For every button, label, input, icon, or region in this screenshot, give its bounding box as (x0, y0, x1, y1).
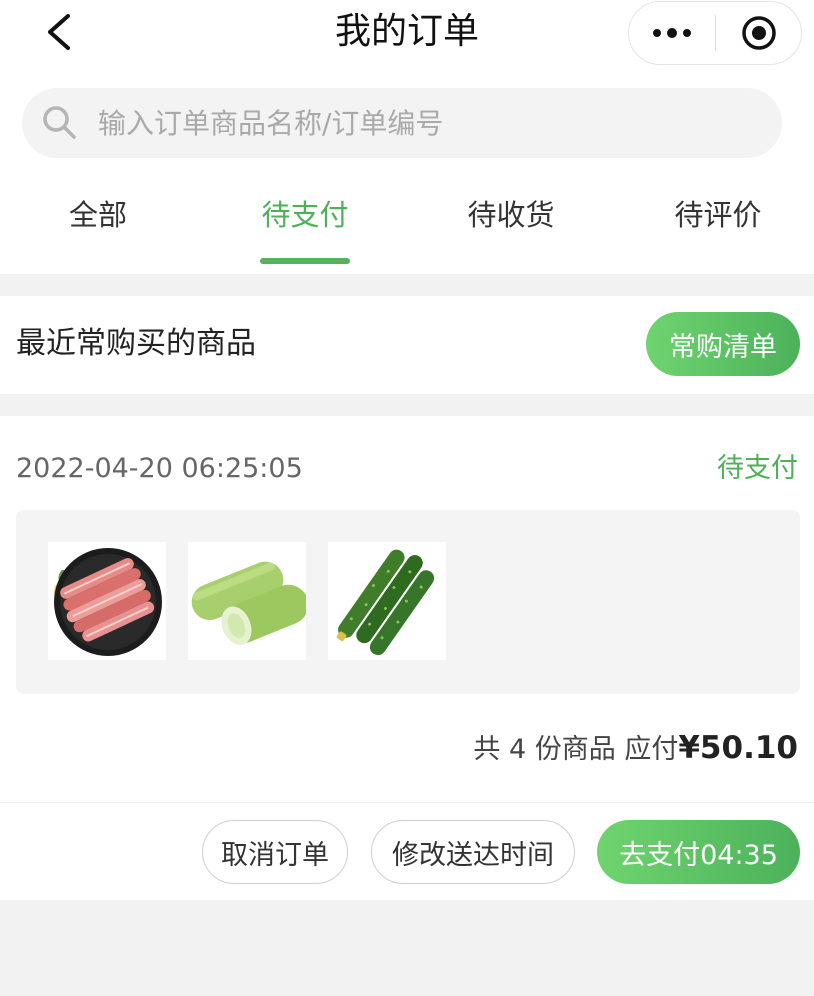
frequent-list-button[interactable]: 常购清单 (646, 312, 800, 376)
search-icon (43, 106, 76, 139)
pay-now-button[interactable]: 去支付04:35 (597, 820, 800, 884)
tab-pending-payment[interactable]: 待支付 (245, 190, 365, 240)
tab-pending-receipt[interactable]: 待收货 (451, 190, 571, 240)
zucchini-image (191, 561, 306, 646)
order-divider (0, 802, 814, 803)
order-item-thumbnail[interactable] (48, 542, 166, 660)
frequent-purchases-title: 最近常购买的商品 (16, 326, 256, 361)
order-item-thumbnail[interactable] (188, 542, 306, 660)
order-card[interactable]: 2022-04-20 06:25:05 待支付 共 4 份商品 应付¥50.10… (0, 416, 814, 900)
target-circle-icon (741, 16, 776, 50)
sliced-beef-roll-image (54, 548, 162, 656)
search-bar[interactable] (22, 88, 782, 158)
order-item-count: 共 4 份商品 应付 (473, 734, 679, 765)
order-status: 待支付 (717, 453, 798, 484)
cancel-order-button[interactable]: 取消订单 (202, 820, 348, 884)
mini-program-capsule (628, 1, 802, 65)
more-button[interactable] (629, 2, 715, 64)
more-dots-icon (653, 28, 691, 38)
frequent-purchases-section: 最近常购买的商品 常购清单 (0, 296, 814, 394)
chevron-left-icon (48, 14, 70, 50)
search-input[interactable] (98, 106, 698, 140)
order-time: 2022-04-20 06:25:05 (16, 453, 303, 484)
close-mini-program-button[interactable] (716, 2, 801, 64)
order-goods-list[interactable] (16, 510, 800, 694)
order-item-thumbnail[interactable] (328, 542, 446, 660)
order-total-price: ¥50.10 (678, 730, 798, 766)
cucumber-image (336, 549, 435, 656)
tab-pending-review[interactable]: 待评价 (658, 190, 778, 240)
active-tab-indicator (260, 258, 350, 264)
change-delivery-time-button[interactable]: 修改送达时间 (371, 820, 575, 884)
tab-all[interactable]: 全部 (48, 190, 148, 240)
back-button[interactable] (40, 10, 80, 54)
order-summary: 共 4 份商品 应付¥50.10 (473, 726, 798, 772)
